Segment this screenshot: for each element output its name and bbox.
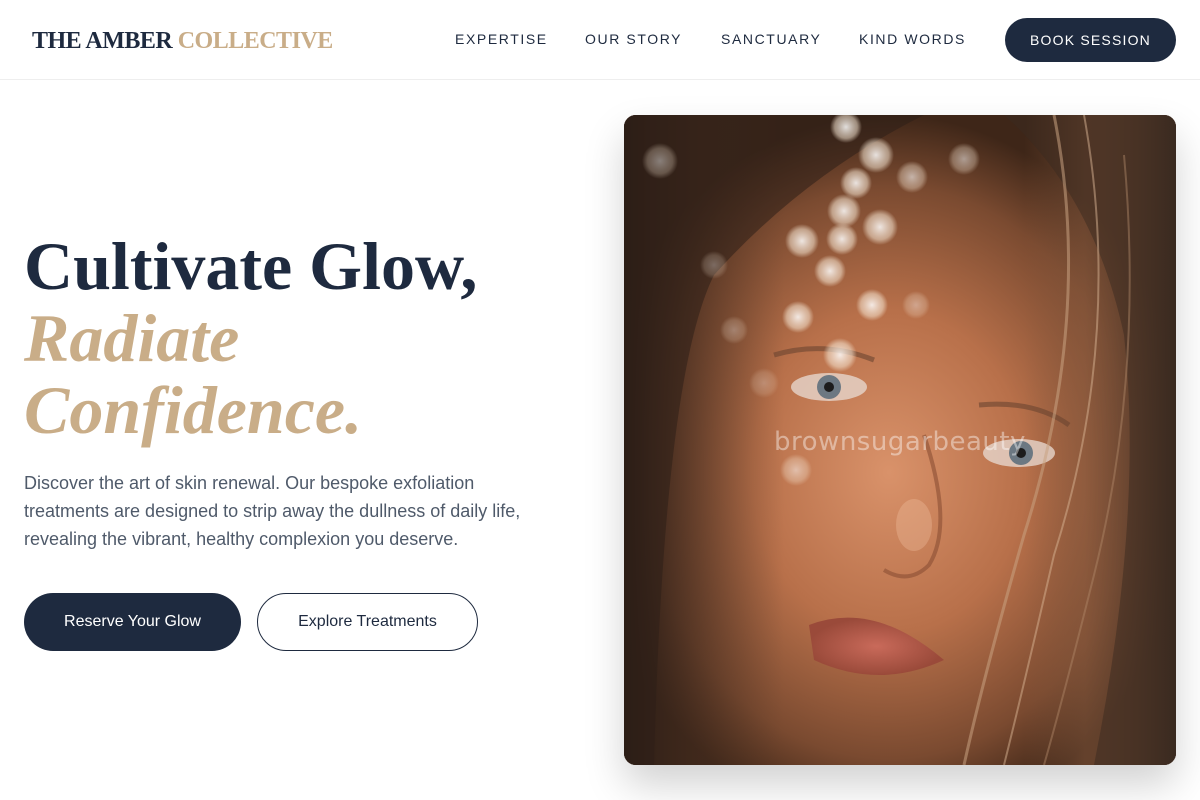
nav-item-expertise[interactable]: EXPERTISE <box>455 31 548 47</box>
hero-title-line-1: Cultivate Glow, <box>24 228 478 304</box>
hero-title: Cultivate Glow, Radiate Confidence. <box>24 230 584 446</box>
brand-logo[interactable]: THE AMBER COLLECTIVE <box>32 27 333 55</box>
hero-title-line-2: Radiate <box>24 300 240 376</box>
brand-name-accent: COLLECTIVE <box>177 28 334 54</box>
book-session-button[interactable]: BOOK SESSION <box>1005 18 1176 62</box>
explore-treatments-button[interactable]: Explore Treatments <box>257 593 478 651</box>
image-watermark: brownsugarbeauty <box>774 427 1026 457</box>
hero-portrait-image: brownsugarbeauty <box>624 115 1176 765</box>
nav-item-sanctuary[interactable]: SANCTUARY <box>721 31 822 47</box>
nav-item-our-story[interactable]: OUR STORY <box>585 31 682 47</box>
nav-item-kind-words[interactable]: KIND WORDS <box>859 31 966 47</box>
hero-description: Discover the art of skin renewal. Our be… <box>24 473 521 549</box>
hero-title-line-3: Confidence. <box>24 372 363 448</box>
site-header: THE AMBER COLLECTIVE EXPERTISE OUR STORY… <box>0 0 1200 80</box>
brand-name-primary: THE AMBER <box>32 28 173 54</box>
reserve-glow-button[interactable]: Reserve Your Glow <box>24 593 241 651</box>
